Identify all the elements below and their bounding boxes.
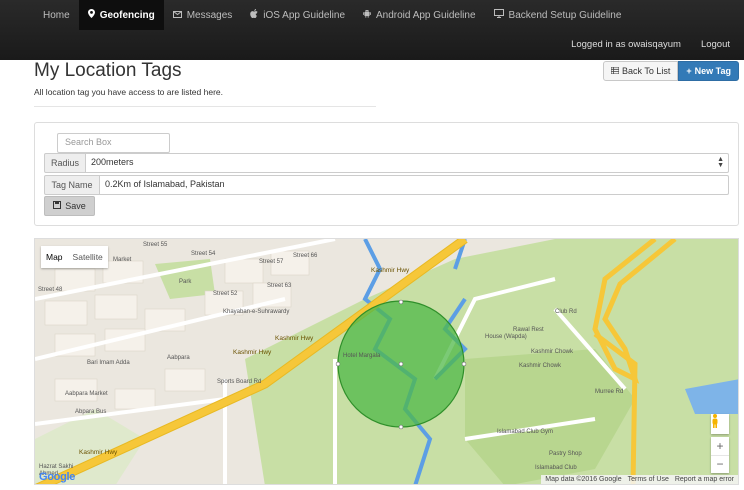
- radius-label: Radius: [44, 153, 86, 173]
- road-label-kashmir-3: Kashmir Hwy: [371, 267, 410, 274]
- map-label-street55: Street 55: [143, 242, 168, 248]
- report-map-error-link[interactable]: Report a map error: [675, 476, 734, 483]
- map-type-map-button[interactable]: Map: [41, 246, 68, 268]
- map-label-murree-rd: Murree Rd: [595, 389, 624, 395]
- nav-home-label: Home: [43, 9, 70, 21]
- radius-value: 200meters: [91, 157, 134, 167]
- select-caret-icon: ▲ ▼: [717, 156, 724, 169]
- map-label-park: Park: [179, 279, 192, 285]
- road-label-kashmir-2: Kashmir Hwy: [233, 349, 272, 356]
- user-area: Logged in as owaisqayum Logout: [571, 39, 730, 50]
- map-data-attribution: Map data ©2016 Google: [545, 476, 622, 483]
- road-label-kashmir-1: Kashmir Hwy: [275, 335, 314, 342]
- nav-ios-guideline[interactable]: iOS App Guideline: [241, 0, 354, 30]
- google-logo: Google: [39, 471, 76, 483]
- map-label-street48: Street 48: [38, 287, 63, 293]
- map-label-club-gym: Islamabad Club Gym: [497, 429, 554, 435]
- map-label-club-rd: Club Rd: [555, 309, 577, 315]
- map-label-aabpara-market: Aabpara Market: [65, 391, 108, 397]
- nav-android-guideline[interactable]: Android App Guideline: [354, 0, 485, 30]
- nav-backend-guideline[interactable]: Backend Setup Guideline: [485, 0, 631, 30]
- zoom-control: + −: [711, 437, 729, 473]
- list-icon: [610, 66, 620, 76]
- nav-geofencing[interactable]: Geofencing: [78, 0, 164, 30]
- map-label-market: Market: [113, 257, 132, 263]
- monitor-icon: [493, 9, 504, 21]
- map-label-hotel-margala: Hotel Margala: [343, 353, 381, 359]
- map-label-street57: Street 57: [259, 259, 284, 265]
- main-nav: Home Geofencing Messages iOS App Guideli…: [34, 0, 630, 30]
- save-button[interactable]: Save: [44, 196, 95, 216]
- map-label-sports-board: Sports Board Rd: [217, 379, 262, 385]
- map-label-street54: Street 54: [191, 251, 216, 257]
- tag-name-row: Tag Name 0.2Km of Islamabad, Pakistan: [44, 175, 729, 195]
- top-navbar: Home Geofencing Messages iOS App Guideli…: [0, 0, 744, 60]
- map-label-street66: Street 66: [293, 253, 318, 259]
- logout-link[interactable]: Logout: [701, 39, 730, 50]
- search-input[interactable]: Search Box: [57, 133, 170, 153]
- map-view[interactable]: Street 55 Street 54 Street 57 Street 66 …: [34, 238, 739, 485]
- map-type-control: Map Satellite: [41, 246, 108, 268]
- map-label-hazrat-sakhi: Hazrat Sakhi: [39, 464, 74, 470]
- floppy-disk-icon: [53, 201, 62, 211]
- tag-form-panel: Search Box Radius 200meters ▲ ▼ Tag Name …: [34, 122, 739, 226]
- nav-home[interactable]: Home: [34, 0, 79, 30]
- nav-geofencing-label: Geofencing: [99, 9, 155, 21]
- envelope-icon: [172, 10, 182, 21]
- map-label-pastry-shop: Pastry Shop: [549, 451, 582, 457]
- map-type-satellite-button[interactable]: Satellite: [68, 246, 108, 268]
- map-attribution: Map data ©2016 Google Terms of Use Repor…: [541, 475, 738, 484]
- map-label-bari-imam: Bari Imam Adda: [87, 360, 130, 366]
- nav-backend-label: Backend Setup Guideline: [508, 9, 622, 21]
- logged-in-text: Logged in as owaisqayum: [571, 39, 681, 50]
- title-divider: [34, 106, 376, 107]
- tag-name-label: Tag Name: [44, 175, 100, 195]
- map-label-street52: Street 52: [213, 291, 238, 297]
- new-tag-label: New Tag: [694, 66, 731, 76]
- map-canvas: [35, 239, 738, 484]
- map-label-street63: Street 63: [267, 283, 292, 289]
- road-label-kashmir-4: Kashmir Hwy: [79, 449, 118, 456]
- page-subtitle: All location tag you have access to are …: [34, 87, 223, 97]
- back-to-list-button[interactable]: Back To List: [603, 61, 679, 81]
- map-label-rawal-rest: Rawal Rest: [513, 327, 544, 333]
- terms-of-use-link[interactable]: Terms of Use: [628, 476, 669, 483]
- radius-row: Radius 200meters ▲ ▼: [44, 153, 729, 173]
- plus-icon: +: [686, 66, 692, 76]
- page-title: My Location Tags: [34, 60, 182, 81]
- map-label-islamabad-club: Islamabad Club: [535, 465, 577, 471]
- nav-android-label: Android App Guideline: [376, 9, 476, 21]
- action-buttons: Back To List + New Tag: [603, 61, 739, 81]
- map-label-kashmir-chowk-1: Kashmir Chowk: [531, 349, 574, 355]
- street-view-pegman-icon[interactable]: [711, 414, 729, 434]
- map-label-house-wapda: House (Wapda): [485, 334, 527, 340]
- nav-ios-label: iOS App Guideline: [263, 9, 345, 21]
- tag-name-input[interactable]: 0.2Km of Islamabad, Pakistan: [100, 175, 729, 195]
- map-label-abpara-bus: Abpara Bus: [75, 409, 107, 415]
- map-label-khayaban: Khayaban-e-Suhrawardy: [223, 309, 290, 315]
- save-label: Save: [65, 201, 86, 211]
- map-marker-icon: [87, 9, 95, 21]
- back-to-list-label: Back To List: [622, 66, 671, 76]
- map-label-kashmir-chowk-2: Kashmir Chowk: [519, 363, 562, 369]
- android-icon: [363, 9, 371, 21]
- zoom-in-button[interactable]: +: [711, 437, 729, 455]
- nav-messages[interactable]: Messages: [164, 0, 242, 30]
- new-tag-button[interactable]: + New Tag: [678, 61, 739, 81]
- map-label-aabpara: Aabpara: [167, 355, 190, 361]
- radius-select[interactable]: 200meters ▲ ▼: [86, 153, 729, 173]
- zoom-out-button[interactable]: −: [711, 454, 729, 474]
- apple-icon: [250, 9, 258, 21]
- nav-messages-label: Messages: [186, 9, 233, 21]
